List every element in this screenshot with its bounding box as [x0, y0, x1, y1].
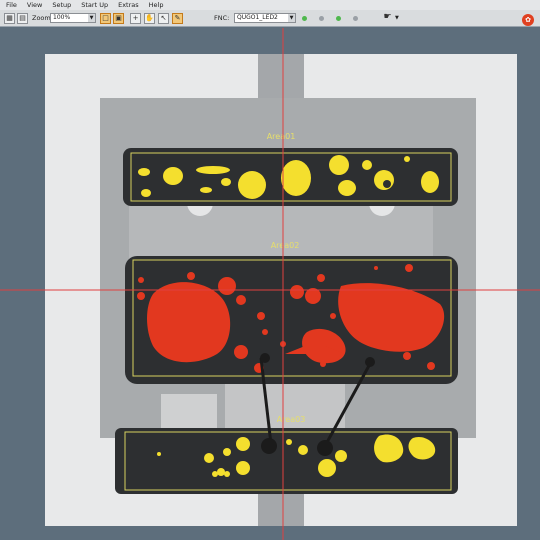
- status-light-icon: [353, 15, 358, 21]
- cursor-icon[interactable]: ↖: [158, 12, 169, 24]
- menu-view[interactable]: View: [27, 1, 42, 9]
- zoom-in-icon[interactable]: +: [130, 12, 141, 24]
- fnc-label: FNC:: [214, 14, 230, 22]
- area-label: Area01: [266, 132, 296, 141]
- area-label: Area02: [270, 241, 300, 250]
- menu-bar: File View Setup Start Up Extras Help: [0, 0, 540, 10]
- menu-extras[interactable]: Extras: [118, 1, 139, 9]
- status-light-icon: [336, 15, 341, 21]
- fnc-select[interactable]: QUGO1_LED2 ▼: [234, 13, 296, 23]
- menu-help[interactable]: Help: [149, 1, 164, 9]
- menu-file[interactable]: File: [6, 1, 17, 9]
- status-light-icon: [319, 15, 324, 21]
- pen-icon[interactable]: ✎: [172, 12, 183, 24]
- fit-window-icon[interactable]: □: [100, 12, 111, 24]
- menu-start-up[interactable]: Start Up: [81, 1, 108, 9]
- xray-svg: [100, 54, 476, 526]
- chevron-down-icon: ▼: [88, 14, 95, 22]
- area-label: Area03: [276, 415, 306, 424]
- zoom-select[interactable]: 100% ▼: [50, 13, 96, 23]
- die-area03: [115, 428, 458, 494]
- pan-hand-icon[interactable]: ✋: [144, 12, 155, 24]
- image-viewer[interactable]: Area01 Area02 Area03: [0, 28, 540, 540]
- app-logo-icon: ✿: [522, 14, 534, 26]
- zoom-value: 100%: [53, 14, 71, 21]
- menu-setup[interactable]: Setup: [52, 1, 71, 9]
- save-icon[interactable]: ▤: [17, 12, 28, 24]
- xray-image: Area01 Area02 Area03: [45, 54, 517, 526]
- fit-width-icon[interactable]: ▣: [113, 12, 124, 24]
- status-light-icon: [302, 15, 307, 21]
- hand-pointer-icon[interactable]: ☛: [382, 12, 393, 24]
- toolbar: ▦ ▤ Zoom: 100% ▼ □ ▣ + ✋ ↖ ✎ FNC: QUGO1_…: [0, 10, 540, 27]
- chevron-down-icon: ▼: [288, 14, 295, 22]
- chevron-down-icon[interactable]: ▼: [395, 15, 399, 21]
- fnc-value: QUGO1_LED2: [237, 14, 278, 21]
- open-icon[interactable]: ▦: [4, 12, 15, 24]
